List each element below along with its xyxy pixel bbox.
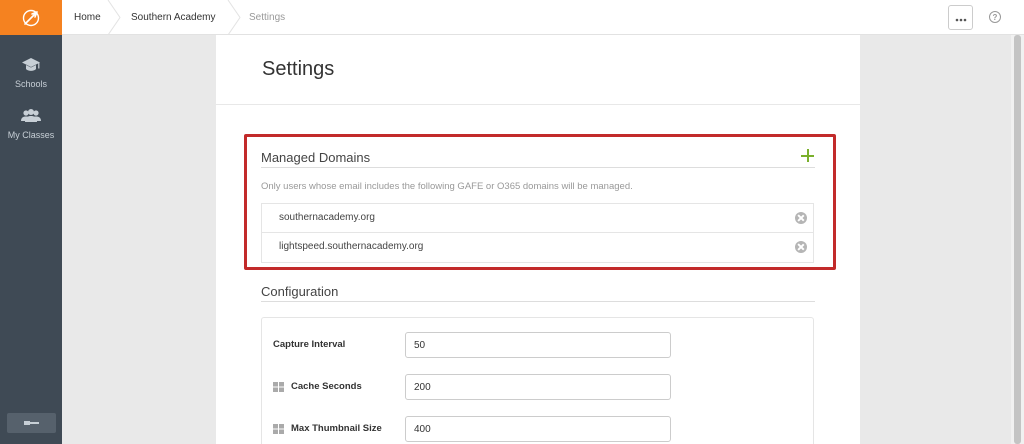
- remove-icon[interactable]: [795, 241, 807, 253]
- configuration-title: Configuration: [261, 284, 339, 299]
- windows-icon: [273, 382, 284, 392]
- config-label: Cache Seconds: [291, 381, 362, 392]
- page-title: Settings: [262, 58, 335, 80]
- breadcrumb-school[interactable]: Southern Academy: [131, 0, 216, 35]
- windows-icon: [273, 424, 284, 434]
- max-thumbnail-size-input[interactable]: [405, 416, 671, 442]
- sidebar: Schools My Classes: [0, 0, 62, 444]
- config-label: Capture Interval: [273, 339, 346, 350]
- list-item: southernacademy.org: [262, 204, 813, 233]
- managed-domains-title: Managed Domains: [261, 150, 371, 165]
- breadcrumb-separator-icon: [227, 0, 241, 35]
- config-row-max-thumbnail-size: Max Thumbnail Size: [262, 416, 813, 442]
- config-row-cache-seconds: Cache Seconds: [262, 374, 813, 400]
- breadcrumb-separator-icon: [107, 0, 121, 35]
- managed-domains-description: Only users whose email includes the foll…: [261, 181, 633, 192]
- domain-name: lightspeed.southernacademy.org: [279, 241, 424, 252]
- top-bar: Home Southern Academy Settings ?: [62, 0, 1024, 35]
- sidebar-item-label: My Classes: [7, 130, 55, 140]
- sidebar-item-my-classes[interactable]: My Classes: [0, 108, 62, 140]
- scrollbar[interactable]: [1011, 35, 1024, 444]
- domain-list: southernacademy.org lightspeed.southerna…: [261, 203, 814, 263]
- breadcrumb-current: Settings: [249, 12, 286, 23]
- divider: [261, 167, 815, 168]
- compass-logo-icon[interactable]: [0, 0, 62, 35]
- users-icon: [20, 108, 42, 126]
- list-item: lightspeed.southernacademy.org: [262, 233, 813, 262]
- breadcrumb-home[interactable]: Home: [74, 0, 101, 35]
- settings-panel: Settings Managed Domains Only users whos…: [216, 35, 860, 444]
- remove-icon[interactable]: [795, 212, 807, 224]
- sidebar-item-label: Schools: [14, 79, 48, 89]
- config-row-capture-interval: Capture Interval: [262, 332, 813, 358]
- divider: [261, 301, 815, 302]
- sidebar-item-schools[interactable]: Schools: [0, 57, 62, 89]
- capture-interval-input[interactable]: [405, 332, 671, 358]
- scrollbar-thumb[interactable]: [1014, 35, 1021, 444]
- configuration-box: Capture Interval Cache Seconds Max Thumb…: [261, 317, 814, 444]
- key-icon: [23, 414, 40, 432]
- config-label: Max Thumbnail Size: [291, 423, 382, 434]
- key-button[interactable]: [7, 413, 56, 433]
- graduation-cap-icon: [21, 57, 41, 75]
- domain-name: southernacademy.org: [279, 212, 375, 223]
- plus-icon[interactable]: [800, 148, 816, 164]
- more-options-button[interactable]: [948, 5, 973, 30]
- ellipsis-icon: [955, 9, 967, 27]
- help-icon[interactable]: ?: [989, 11, 1001, 23]
- cache-seconds-input[interactable]: [405, 374, 671, 400]
